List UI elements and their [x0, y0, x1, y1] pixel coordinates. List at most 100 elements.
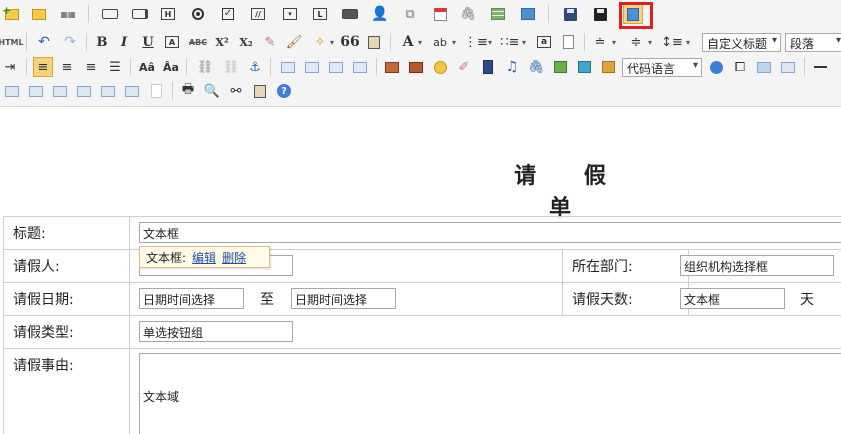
emoticon-icon[interactable] [430, 57, 450, 77]
insert-table-icon[interactable] [2, 81, 22, 101]
find-replace-icon[interactable]: ⚯ [226, 81, 246, 101]
image-left-icon[interactable] [278, 57, 298, 77]
folder-icon[interactable] [29, 4, 49, 24]
blank-page-icon[interactable] [558, 32, 578, 52]
table-field-icon[interactable] [488, 4, 508, 24]
ordered-list-icon[interactable]: ⋮≡ [464, 32, 488, 52]
page-break-icon[interactable] [706, 57, 726, 77]
auto-format-icon[interactable]: ✧ [310, 32, 330, 52]
info-field-icon[interactable] [518, 4, 538, 24]
button-field-icon[interactable] [340, 4, 360, 24]
department-input[interactable]: 组织机构选择框 [680, 255, 834, 276]
image-center-icon[interactable] [350, 57, 370, 77]
custom-heading-select[interactable]: 自定义标题 [702, 33, 781, 52]
form-elements-icon[interactable]: ▦▦ [58, 4, 78, 24]
font-border-icon[interactable]: A [162, 32, 182, 52]
textarea-icon[interactable]: // [248, 4, 268, 24]
attachment-icon[interactable]: 🖇 [458, 4, 478, 24]
leave-type-input[interactable]: 单选按钮组 [139, 321, 293, 342]
leave-type-label: 请假类型: [3, 315, 130, 349]
map-icon[interactable] [550, 57, 570, 77]
format-painter-icon[interactable]: 🖌 [284, 32, 304, 52]
subscript-button[interactable]: X₂ [236, 32, 256, 52]
template-icon[interactable] [778, 57, 798, 77]
music-icon[interactable]: ♫ [502, 57, 522, 77]
help-icon[interactable]: ? [274, 81, 294, 101]
google-map-icon[interactable] [574, 57, 594, 77]
hidden-field-icon[interactable]: H [158, 4, 178, 24]
frame-icon[interactable] [598, 57, 618, 77]
align-left-icon[interactable]: ≡ [33, 57, 53, 77]
title-label: 标题: [3, 216, 130, 250]
split-cells-icon[interactable] [146, 81, 166, 101]
spechars-icon[interactable]: ⧠ [730, 57, 750, 77]
indent-icon[interactable]: ⇥ [0, 57, 20, 77]
paste-icon[interactable] [250, 81, 270, 101]
preview-search-icon[interactable]: 🔍 [202, 81, 222, 101]
delete-table-icon[interactable] [26, 81, 46, 101]
font-color-button[interactable]: A [398, 32, 418, 52]
page-title: 请 假 单 [514, 163, 626, 221]
checkbox-icon[interactable]: ✓ [218, 4, 238, 24]
strikethrough-button[interactable]: ABC [186, 32, 210, 52]
link-icon[interactable]: ⛓ [195, 57, 215, 77]
row-spacing-bottom-icon[interactable]: ≑ [626, 32, 646, 52]
ltr-direction-icon[interactable]: Aâ [137, 57, 157, 77]
superscript-button[interactable]: X² [212, 32, 232, 52]
underline-button[interactable]: U [138, 32, 158, 52]
list-field-icon[interactable]: L [310, 4, 330, 24]
insert-row-icon[interactable] [50, 81, 70, 101]
insert-col-icon[interactable] [98, 81, 118, 101]
bold-button[interactable]: B [92, 32, 112, 52]
radio-button-icon[interactable] [188, 4, 208, 24]
align-right-icon[interactable]: ≡ [81, 57, 101, 77]
wordimage-icon[interactable] [754, 57, 774, 77]
unlink-icon[interactable]: ⛓ [221, 57, 241, 77]
html-source-button[interactable]: HTML [0, 32, 24, 52]
print-icon[interactable]: 🖶 [178, 81, 198, 101]
unordered-list-icon[interactable]: ∷≡ [500, 32, 520, 52]
org-select-icon[interactable]: ⧉ [400, 4, 420, 24]
save-icon[interactable] [560, 4, 580, 24]
attachment-upload-icon[interactable]: 🖇 [526, 57, 546, 77]
new-form-icon[interactable] [2, 4, 22, 24]
date-picker-icon[interactable] [430, 4, 450, 24]
scrawl-icon[interactable]: ✐ [454, 57, 474, 77]
rtl-direction-icon[interactable]: Âa [161, 57, 181, 77]
paste-plain-icon[interactable] [364, 32, 384, 52]
title-input[interactable]: 文本框 [139, 222, 841, 243]
text-field-icon[interactable] [130, 4, 150, 24]
redo-icon[interactable]: ↷ [60, 32, 80, 52]
anchor-icon[interactable]: ⚓ [245, 57, 265, 77]
popup-edit-link[interactable]: 编辑 [192, 251, 216, 265]
video-icon[interactable] [478, 57, 498, 77]
italic-button[interactable]: I [114, 32, 134, 52]
image-right-icon[interactable] [302, 57, 322, 77]
label-field-icon[interactable] [100, 4, 120, 24]
code-language-select[interactable]: 代码语言 [622, 58, 702, 77]
delete-row-icon[interactable] [74, 81, 94, 101]
select-box-icon[interactable]: ▾ [280, 4, 300, 24]
row-spacing-top-icon[interactable]: ≐ [590, 32, 610, 52]
days-input[interactable]: 文本框 [680, 288, 785, 309]
reason-textarea[interactable]: 文本域 [139, 353, 841, 434]
highlight-color-icon[interactable]: ab [430, 32, 450, 52]
align-justify-icon[interactable]: ☰ [105, 57, 125, 77]
end-date-input[interactable]: 日期时间选择 [291, 288, 396, 309]
image-none-icon[interactable] [326, 57, 346, 77]
image-icon[interactable] [382, 57, 402, 77]
undo-icon[interactable]: ↶ [34, 32, 54, 52]
multi-image-icon[interactable] [406, 57, 426, 77]
horizontal-rule-icon[interactable] [810, 57, 830, 77]
paragraph-select[interactable]: 段落 [785, 33, 841, 52]
user-select-icon[interactable]: 👤 [370, 4, 390, 24]
popup-delete-link[interactable]: 删除 [222, 251, 246, 265]
save-as-icon[interactable] [590, 4, 610, 24]
text-box-icon[interactable]: a [534, 32, 554, 52]
align-center-icon[interactable]: ≡ [57, 57, 77, 77]
eraser-icon[interactable]: ✎ [260, 32, 280, 52]
start-date-input[interactable]: 日期时间选择 [139, 288, 244, 309]
line-height-icon[interactable]: ↕≡ [661, 32, 683, 52]
delete-col-icon[interactable] [122, 81, 142, 101]
blockquote-button[interactable]: 66 [340, 32, 360, 52]
